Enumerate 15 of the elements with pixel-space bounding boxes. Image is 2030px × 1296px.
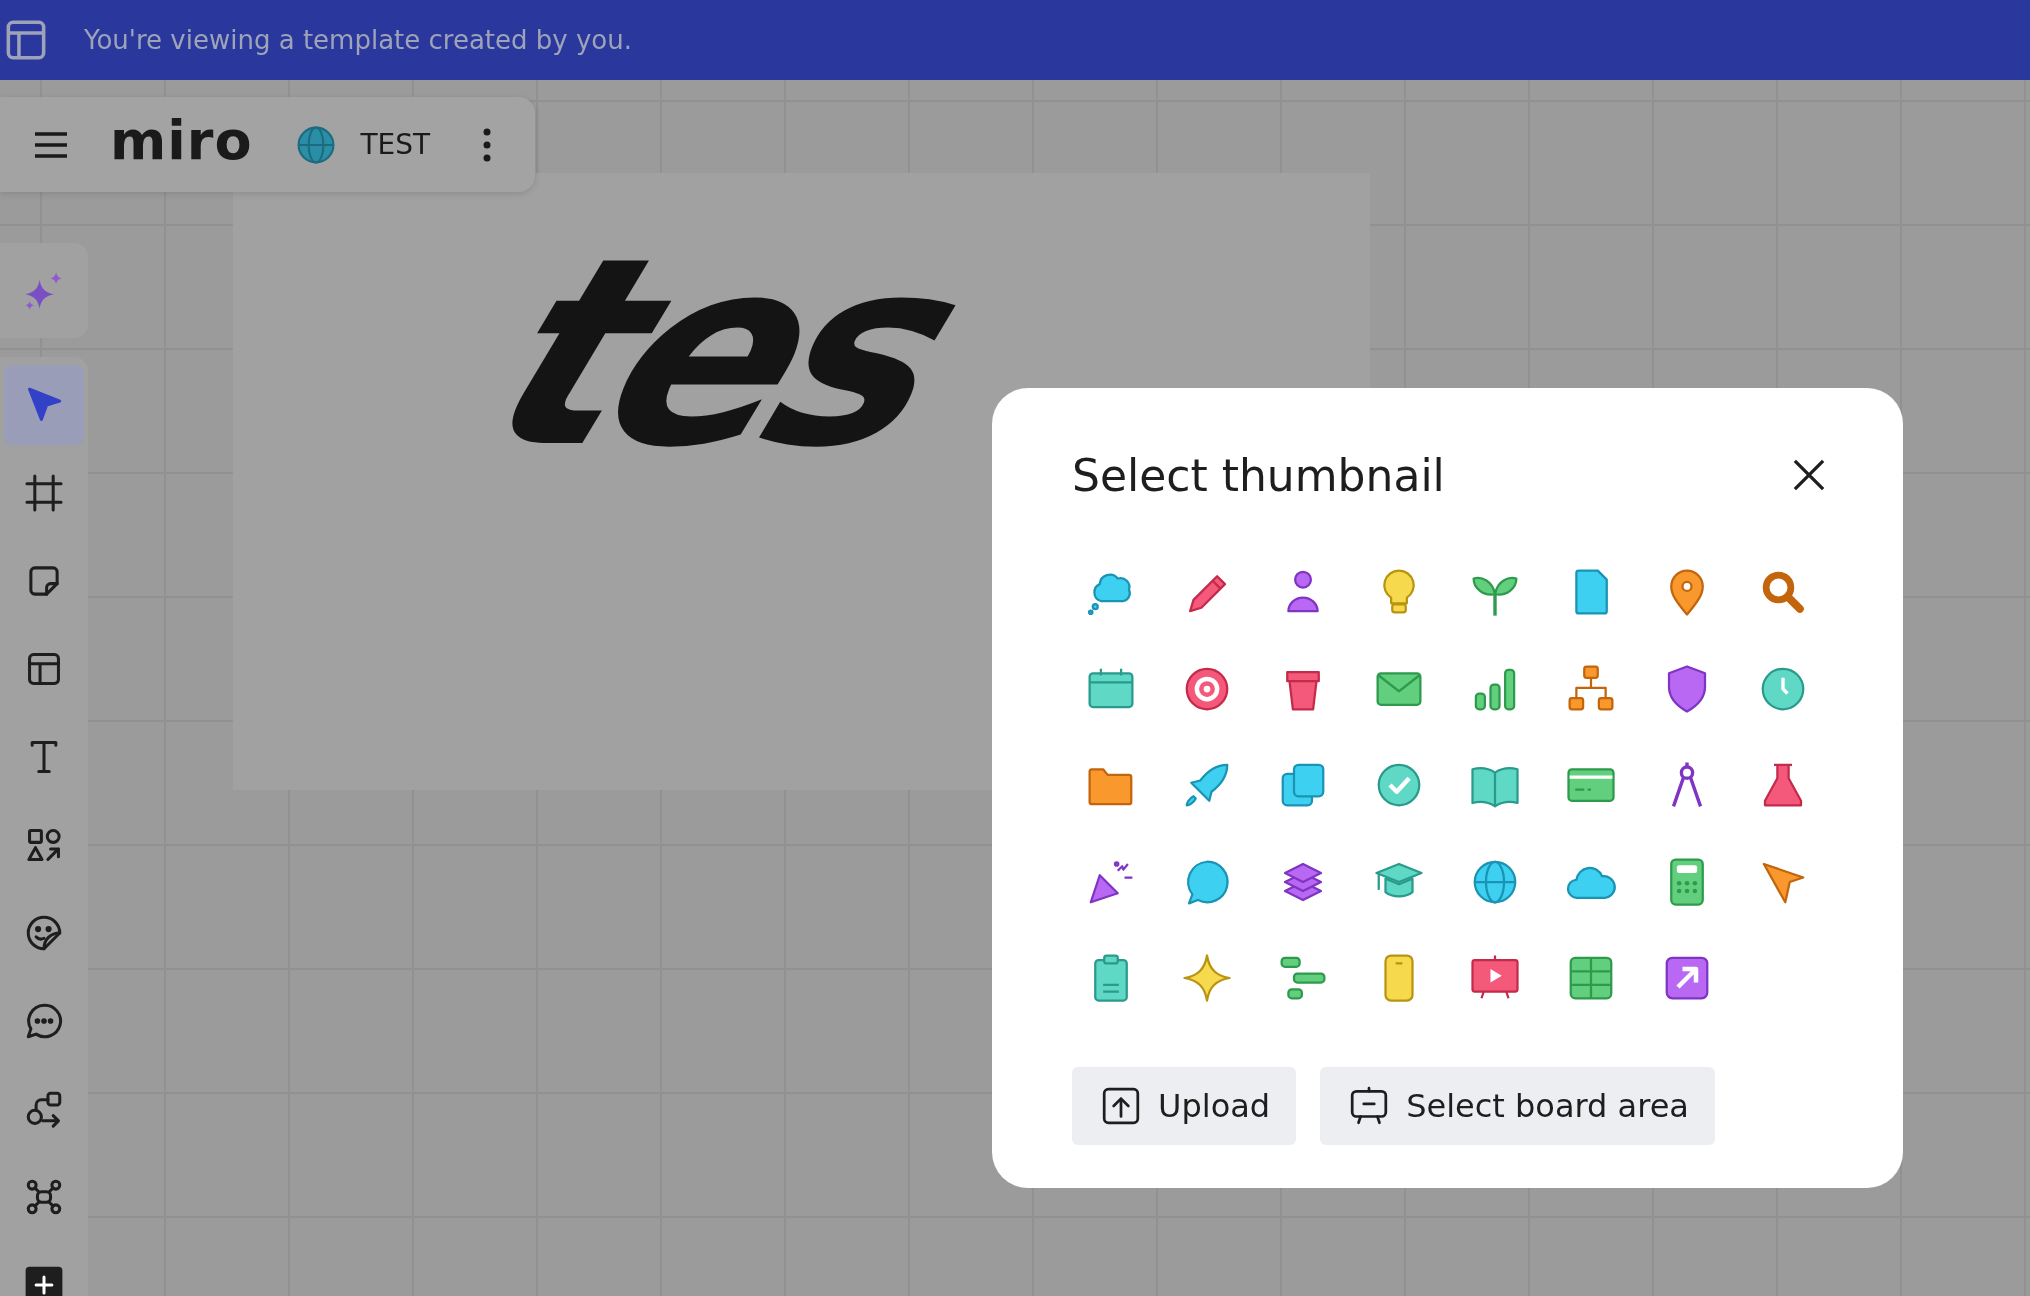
select-area-button[interactable]: Select board area <box>1320 1066 1715 1145</box>
upload-button[interactable]: Upload <box>1072 1066 1297 1145</box>
logo-text[interactable]: miro <box>110 113 253 176</box>
tool-button[interactable] <box>4 365 84 445</box>
plus-icon <box>23 1264 65 1296</box>
frame-icon <box>23 472 65 514</box>
menu-icon[interactable] <box>34 131 68 158</box>
more-options-icon[interactable] <box>482 127 493 162</box>
globe-icon[interactable] <box>296 125 335 164</box>
dialog-title: Select thumbnail <box>1072 449 1445 501</box>
board-name[interactable]: TEST <box>360 128 431 161</box>
layout-icon <box>6 20 46 60</box>
close-icon[interactable] <box>1793 459 1825 491</box>
frame-lettering: tes <box>465 223 984 483</box>
banner-text: You're viewing a template created by you. <box>84 25 632 55</box>
